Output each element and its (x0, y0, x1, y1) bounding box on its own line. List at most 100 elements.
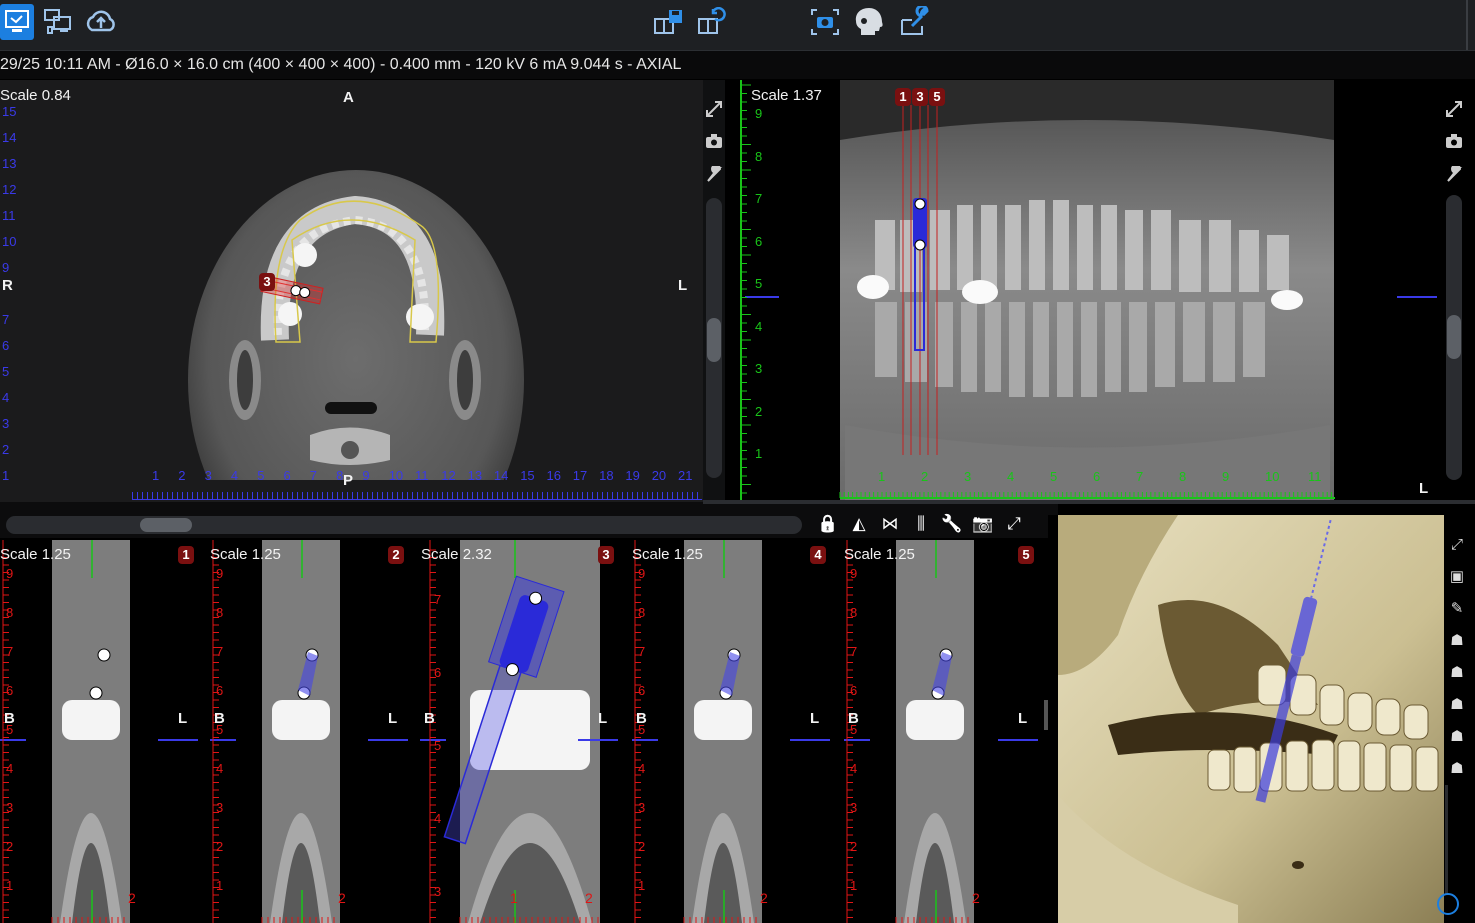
mirror-button[interactable]: ⋈ (878, 512, 902, 536)
axial-orient-right: L (678, 277, 688, 294)
section-badge-3[interactable]: 3 (912, 88, 928, 106)
axial-scroll-thumb[interactable] (707, 318, 721, 362)
ruler-label: 3 (434, 884, 442, 899)
ruler-label: 6 (1093, 469, 1101, 484)
implant-marker-badge[interactable]: 3 (259, 273, 275, 291)
skull-bottom-button[interactable]: ☗ (1446, 757, 1468, 779)
ruler-label: 8 (216, 605, 224, 620)
ruler-label: 4 (6, 761, 14, 776)
panoramic-expand-button[interactable] (1443, 98, 1465, 120)
cloud-upload-icon (86, 10, 115, 32)
ruler-label: 4 (2, 390, 10, 405)
ruler-label: 9 (216, 566, 224, 581)
axial-slice-scrollbar[interactable] (706, 198, 722, 478)
flip-button[interactable]: ◭ (847, 512, 871, 536)
save-layout-button[interactable] (652, 4, 686, 40)
ruler-label: 8 (755, 148, 763, 164)
cross-section-view-5[interactable]: Scale 1.25 5 B L 9 8 7 6 5 4 3 2 1 2 (844, 540, 1048, 923)
camera-icon: ▣ (1449, 568, 1465, 585)
cross-section-scale-label: Scale 1.25 (0, 546, 71, 563)
hscroll-thumb[interactable] (140, 518, 192, 532)
skull-back-icon: ☗ (1450, 728, 1464, 745)
panoramic-image (740, 80, 1437, 500)
ruler-label: 1 (6, 878, 14, 893)
skull-side-button[interactable]: ☗ (1446, 629, 1468, 651)
expand-button[interactable]: ⤢ (1446, 533, 1468, 555)
lock-button[interactable]: 🔒 (816, 512, 840, 536)
screenshot-button[interactable] (808, 4, 842, 40)
ruler-label: 9 (362, 468, 370, 483)
panoramic-snapshot-button[interactable] (1443, 130, 1465, 152)
cross-section-index-badge[interactable]: 2 (388, 546, 404, 564)
cross-section-view-3[interactable]: Scale 2.32 3 B L 7 6 5 4 3 2 1 (420, 540, 628, 923)
ruler-label: 2 (6, 839, 14, 854)
axial-settings-button[interactable] (703, 164, 725, 186)
3d-view-button[interactable] (852, 4, 886, 40)
3d-render-view[interactable]: ⤢ ▣ ✎ ☗ ☗ ☗ ☗ ☗ (1048, 515, 1475, 923)
ruler-label: 7 (755, 191, 763, 206)
restore-layout-icon (698, 7, 726, 34)
expand-button[interactable]: ⤢ (1002, 512, 1026, 536)
ruler-label: 12 (441, 468, 456, 483)
ruler-label: 3 (964, 469, 972, 484)
ruler-label: 5 (6, 722, 14, 737)
axial-view[interactable]: 3 Scale 0.84 A P R L 15 14 13 12 11 10 9… (0, 80, 703, 502)
ruler-label-bottom: 2 (128, 890, 136, 906)
panoramic-scrollbar[interactable] (1446, 195, 1462, 480)
cross-section-index-badge[interactable]: 1 (178, 546, 194, 564)
camera-button[interactable]: ▣ (1446, 565, 1468, 587)
wrench-button[interactable]: 🔧 (940, 512, 964, 536)
ruler-label: 2 (850, 839, 858, 854)
ruler-label-bottom: 2 (338, 890, 346, 906)
ruler-label: 7 (309, 468, 318, 483)
wrench-icon: 🔧 (941, 514, 963, 533)
lock-icon: 🔒 (817, 514, 839, 533)
cross-section-index-badge[interactable]: 4 (810, 546, 826, 564)
3d-skull-render (1058, 515, 1444, 923)
ruler-label: 10 (1265, 469, 1280, 484)
expand-icon: ⤢ (1450, 535, 1463, 553)
camera-button[interactable]: 📷 (971, 512, 995, 536)
panoramic-scroll-thumb[interactable] (1447, 315, 1461, 359)
ruler-label: 4 (434, 811, 442, 826)
workspace-button[interactable] (0, 4, 34, 40)
implant-button[interactable]: ⫼ (909, 512, 933, 536)
panoramic-settings-button[interactable] (1443, 164, 1465, 186)
cross-sections-area: Scale 1.25 1 B L 9 8 7 6 5 4 3 2 1 2 Scale 1.25 2 B L 9 8 7 6… (0, 540, 1048, 923)
wrench-button[interactable]: ✎ (1446, 597, 1468, 619)
cross-section-view-2[interactable]: Scale 1.25 2 B L 9 8 7 6 5 4 3 2 1 2 (210, 540, 418, 923)
ruler-label: 7 (434, 592, 442, 607)
axial-expand-button[interactable] (703, 98, 725, 120)
ruler-label: 3 (2, 416, 10, 431)
cross-section-hscroll[interactable] (6, 516, 802, 534)
cross-section-index-badge[interactable]: 3 (598, 546, 614, 564)
cross-section-view-4[interactable]: Scale 1.25 4 B L 9 8 7 6 5 4 3 2 1 2 (632, 540, 840, 923)
ruler-label: 7 (850, 644, 858, 659)
ruler-label: 11 (1308, 469, 1322, 484)
ruler-label: 8 (1179, 469, 1187, 484)
cross-section-image (0, 540, 198, 923)
workspace-icon (5, 10, 29, 32)
cross-section-view-1[interactable]: Scale 1.25 1 B L 9 8 7 6 5 4 3 2 1 2 (0, 540, 208, 923)
skull-back-button[interactable]: ☗ (1446, 725, 1468, 747)
section-badge-5[interactable]: 5 (929, 88, 945, 106)
restore-layout-button[interactable] (696, 4, 730, 40)
cross-section-orient-right: L (810, 710, 820, 727)
skull-top-button[interactable]: ☗ (1446, 693, 1468, 715)
skull-icon (855, 8, 883, 35)
ruler-label: 2 (178, 468, 186, 483)
export-tools-button[interactable] (898, 4, 932, 40)
panoramic-view[interactable]: Scale 1.37 1 3 5 L 9 8 7 6 5 4 3 2 1 1 2 3 4 5 6 7 8 9 10… (725, 80, 1475, 502)
skull-top-icon: ☗ (1450, 696, 1464, 713)
ruler-label: 9 (850, 566, 858, 581)
cloud-upload-button[interactable] (84, 4, 118, 40)
3d-slider-handle[interactable] (1437, 893, 1459, 915)
axial-snapshot-button[interactable] (703, 130, 725, 152)
layout-icon (44, 9, 71, 34)
3d-slider-track[interactable] (1445, 785, 1448, 895)
skull-front-button[interactable]: ☗ (1446, 661, 1468, 683)
cross-section-index-badge[interactable]: 5 (1018, 546, 1034, 564)
layout-button[interactable] (40, 4, 74, 40)
wrench-icon (707, 166, 723, 182)
section-badge-1[interactable]: 1 (895, 88, 911, 106)
